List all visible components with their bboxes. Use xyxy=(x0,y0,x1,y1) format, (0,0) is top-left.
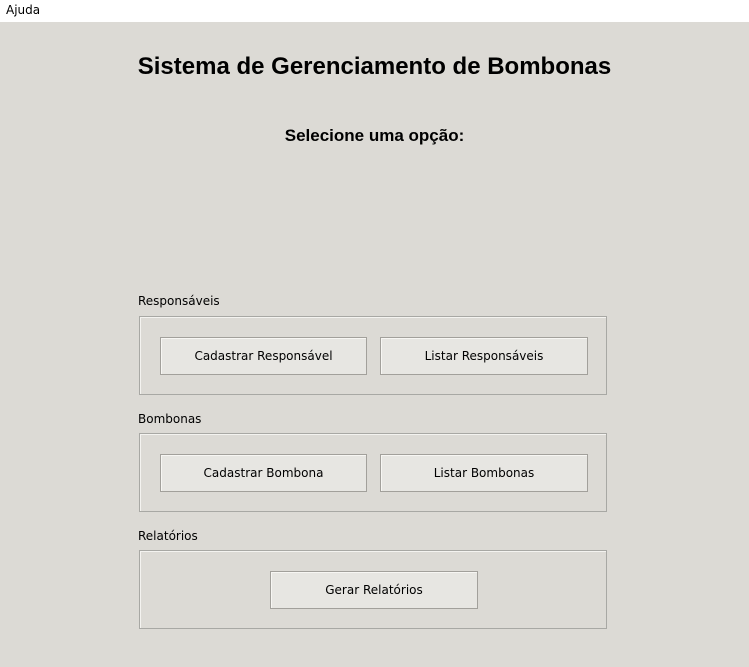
menubar: Ajuda xyxy=(0,0,749,22)
page-title: Sistema de Gerenciamento de Bombonas xyxy=(137,53,612,80)
listar-responsaveis-button[interactable]: Listar Responsáveis xyxy=(380,337,588,375)
group-box-relatorios: Gerar Relatórios xyxy=(139,550,607,629)
group-box-bombonas: Cadastrar Bombona Listar Bombonas xyxy=(139,433,607,512)
group-label-bombonas: Bombonas xyxy=(138,412,202,426)
cadastrar-responsavel-button[interactable]: Cadastrar Responsável xyxy=(160,337,367,375)
gerar-relatorios-button[interactable]: Gerar Relatórios xyxy=(270,571,478,609)
group-box-responsaveis: Cadastrar Responsável Listar Responsávei… xyxy=(139,316,607,395)
cadastrar-bombona-button[interactable]: Cadastrar Bombona xyxy=(160,454,367,492)
listar-bombonas-button[interactable]: Listar Bombonas xyxy=(380,454,588,492)
group-label-relatorios: Relatórios xyxy=(138,529,198,543)
group-label-responsaveis: Responsáveis xyxy=(138,294,220,308)
page-subtitle: Selecione uma opção: xyxy=(284,126,465,145)
menu-ajuda[interactable]: Ajuda xyxy=(6,3,40,17)
